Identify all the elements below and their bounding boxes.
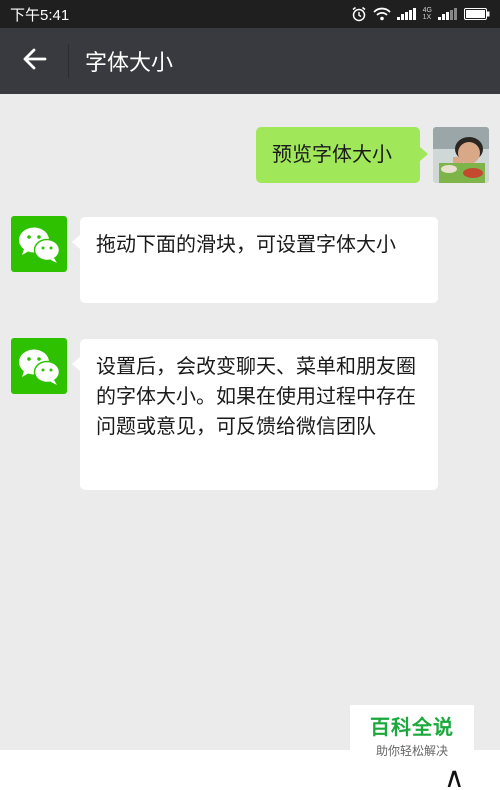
font-size-slider-marker-icon[interactable]: ∧	[444, 764, 465, 790]
wechat-avatar[interactable]	[11, 338, 67, 394]
wechat-avatar[interactable]	[11, 216, 67, 272]
header-divider	[68, 44, 69, 78]
message-row-system: 拖动下面的滑块，可设置字体大小	[72, 217, 438, 303]
message-text: 预览字体大小	[272, 142, 392, 166]
message-bubble-self: 预览字体大小	[256, 127, 428, 183]
status-icons: 4G 1X	[351, 6, 490, 22]
page-title: 字体大小	[85, 51, 174, 76]
message-bubble-system: 拖动下面的滑块，可设置字体大小	[72, 217, 438, 303]
status-time: 下午5:41	[10, 6, 70, 24]
signal-icon-secondary	[438, 8, 458, 20]
arrow-left-icon	[21, 47, 47, 75]
wifi-icon	[373, 7, 391, 21]
user-avatar[interactable]	[433, 127, 489, 183]
message-row-self: 预览字体大小	[256, 127, 428, 183]
watermark-title: 百科全说	[370, 715, 454, 739]
status-bar: 下午5:41 4G 1X	[0, 0, 500, 28]
wechat-logo-icon	[19, 349, 61, 385]
watermark-logo: 百科全说 助你轻松解决	[350, 705, 474, 765]
top-app-bar: 字体大小	[0, 28, 500, 94]
message-row-system: 设置后，会改变聊天、菜单和朋友圈的字体大小。如果在使用过程中存在问题或意见，可反…	[72, 339, 438, 490]
battery-icon	[464, 8, 490, 20]
watermark-subtitle: 助你轻松解决	[375, 744, 448, 758]
message-text: 设置后，会改变聊天、菜单和朋友圈的字体大小。如果在使用过程中存在问题或意见，可反…	[96, 354, 416, 438]
back-button[interactable]	[0, 28, 68, 94]
user-avatar-photo	[433, 127, 489, 183]
message-bubble-system: 设置后，会改变聊天、菜单和朋友圈的字体大小。如果在使用过程中存在问题或意见，可反…	[72, 339, 438, 490]
network-type-label: 4G 1X	[422, 7, 432, 21]
wechat-logo-icon	[19, 227, 61, 263]
signal-icon	[396, 8, 417, 20]
alarm-icon	[351, 6, 367, 22]
message-text: 拖动下面的滑块，可设置字体大小	[96, 232, 396, 256]
